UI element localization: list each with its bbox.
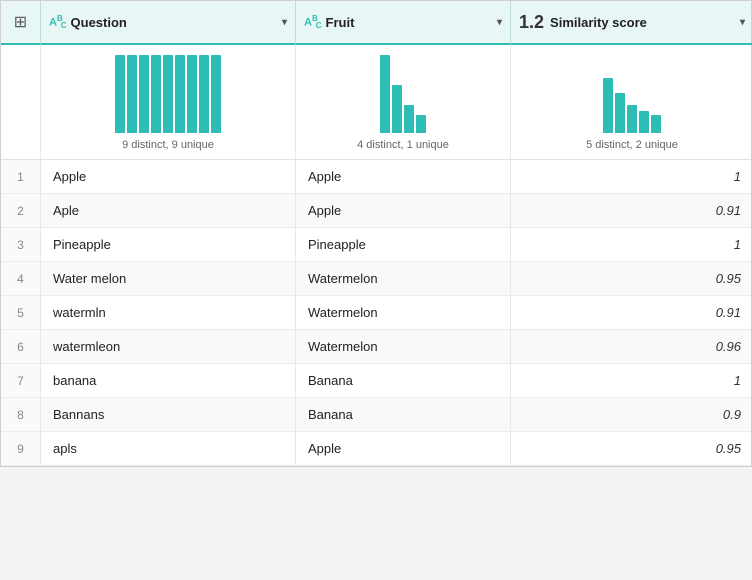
similarity-stats: 5 distinct, 2 unique xyxy=(586,139,678,151)
cell-similarity: 0.9 xyxy=(511,398,752,431)
column-label-question: Question xyxy=(71,15,278,30)
preview-similarity: 5 distinct, 2 unique xyxy=(511,45,752,159)
table-row: 3 Pineapple Pineapple 1 xyxy=(1,228,751,262)
fruit-stats: 4 distinct, 1 unique xyxy=(357,139,449,151)
question-bars xyxy=(115,53,221,133)
bar xyxy=(139,55,149,133)
bar xyxy=(639,111,649,133)
column-label-fruit: Fruit xyxy=(326,15,493,30)
column-label-similarity: Similarity score xyxy=(550,15,736,30)
dropdown-arrow-similarity[interactable]: ▾ xyxy=(740,17,745,28)
preview-question: 9 distinct, 9 unique xyxy=(41,45,296,159)
cell-similarity: 0.91 xyxy=(511,296,752,329)
similarity-bars xyxy=(603,53,661,133)
text-type-icon-question: ABC xyxy=(49,14,67,31)
cell-question: Apple xyxy=(41,160,296,193)
cell-fruit: Apple xyxy=(296,432,511,465)
bar xyxy=(127,55,137,133)
cell-question: watermln xyxy=(41,296,296,329)
column-header-similarity[interactable]: 1.2 Similarity score ▾ xyxy=(511,1,752,45)
cell-fruit: Watermelon xyxy=(296,262,511,295)
cell-similarity: 0.95 xyxy=(511,432,752,465)
cell-similarity: 1 xyxy=(511,228,752,261)
table-row: 6 watermleon Watermelon 0.96 xyxy=(1,330,751,364)
preview-corner xyxy=(1,45,41,159)
bar xyxy=(115,55,125,133)
cell-similarity: 0.91 xyxy=(511,194,752,227)
cell-question: watermleon xyxy=(41,330,296,363)
cell-fruit: Banana xyxy=(296,398,511,431)
bar xyxy=(199,55,209,133)
bar xyxy=(151,55,161,133)
table-row: 9 apls Apple 0.95 xyxy=(1,432,751,466)
table-row: 5 watermln Watermelon 0.91 xyxy=(1,296,751,330)
bar xyxy=(392,85,402,133)
cell-similarity: 1 xyxy=(511,364,752,397)
row-number: 6 xyxy=(1,330,41,363)
cell-fruit: Watermelon xyxy=(296,330,511,363)
table-row: 1 Apple Apple 1 xyxy=(1,160,751,194)
dropdown-arrow-fruit[interactable]: ▾ xyxy=(497,17,502,28)
row-number: 2 xyxy=(1,194,41,227)
cell-fruit: Apple xyxy=(296,194,511,227)
fruit-bars xyxy=(380,53,426,133)
bar xyxy=(211,55,221,133)
column-header-fruit[interactable]: ABC Fruit ▾ xyxy=(296,1,511,45)
cell-fruit: Pineapple xyxy=(296,228,511,261)
bar xyxy=(404,105,414,133)
table-row: 4 Water melon Watermelon 0.95 xyxy=(1,262,751,296)
column-header-question[interactable]: ABC Question ▾ xyxy=(41,1,296,45)
cell-fruit: Banana xyxy=(296,364,511,397)
cell-question: Aple xyxy=(41,194,296,227)
corner-cell: ⊞ xyxy=(1,1,41,45)
cell-similarity: 0.95 xyxy=(511,262,752,295)
grid-icon: ⊞ xyxy=(14,12,27,32)
cell-similarity: 1 xyxy=(511,160,752,193)
dropdown-arrow-question[interactable]: ▾ xyxy=(282,17,287,28)
bar xyxy=(651,115,661,133)
main-table: ⊞ ABC Question ▾ ABC Fruit ▾ 1.2 Similar… xyxy=(0,0,752,467)
text-type-icon-fruit: ABC xyxy=(304,14,322,31)
bar xyxy=(187,55,197,133)
cell-question: Pineapple xyxy=(41,228,296,261)
bar xyxy=(603,78,613,133)
data-rows-container: 1 Apple Apple 1 2 Aple Apple 0.91 3 Pine… xyxy=(1,160,751,466)
row-number: 5 xyxy=(1,296,41,329)
bar xyxy=(416,115,426,133)
bar xyxy=(175,55,185,133)
row-number: 3 xyxy=(1,228,41,261)
table-header: ⊞ ABC Question ▾ ABC Fruit ▾ 1.2 Similar… xyxy=(1,1,751,45)
question-stats: 9 distinct, 9 unique xyxy=(122,139,214,151)
preview-row: 9 distinct, 9 unique 4 distinct, 1 uniqu… xyxy=(1,45,751,160)
similarity-prefix-number: 1.2 xyxy=(519,12,544,33)
cell-similarity: 0.96 xyxy=(511,330,752,363)
cell-fruit: Apple xyxy=(296,160,511,193)
row-number: 8 xyxy=(1,398,41,431)
bar xyxy=(615,93,625,133)
row-number: 1 xyxy=(1,160,41,193)
table-row: 2 Aple Apple 0.91 xyxy=(1,194,751,228)
table-row: 7 banana Banana 1 xyxy=(1,364,751,398)
bar xyxy=(380,55,390,133)
row-number: 4 xyxy=(1,262,41,295)
table-row: 8 Bannans Banana 0.9 xyxy=(1,398,751,432)
cell-question: banana xyxy=(41,364,296,397)
cell-question: apls xyxy=(41,432,296,465)
cell-question: Bannans xyxy=(41,398,296,431)
row-number: 7 xyxy=(1,364,41,397)
row-number: 9 xyxy=(1,432,41,465)
bar xyxy=(627,105,637,133)
bar xyxy=(163,55,173,133)
cell-question: Water melon xyxy=(41,262,296,295)
preview-fruit: 4 distinct, 1 unique xyxy=(296,45,511,159)
cell-fruit: Watermelon xyxy=(296,296,511,329)
